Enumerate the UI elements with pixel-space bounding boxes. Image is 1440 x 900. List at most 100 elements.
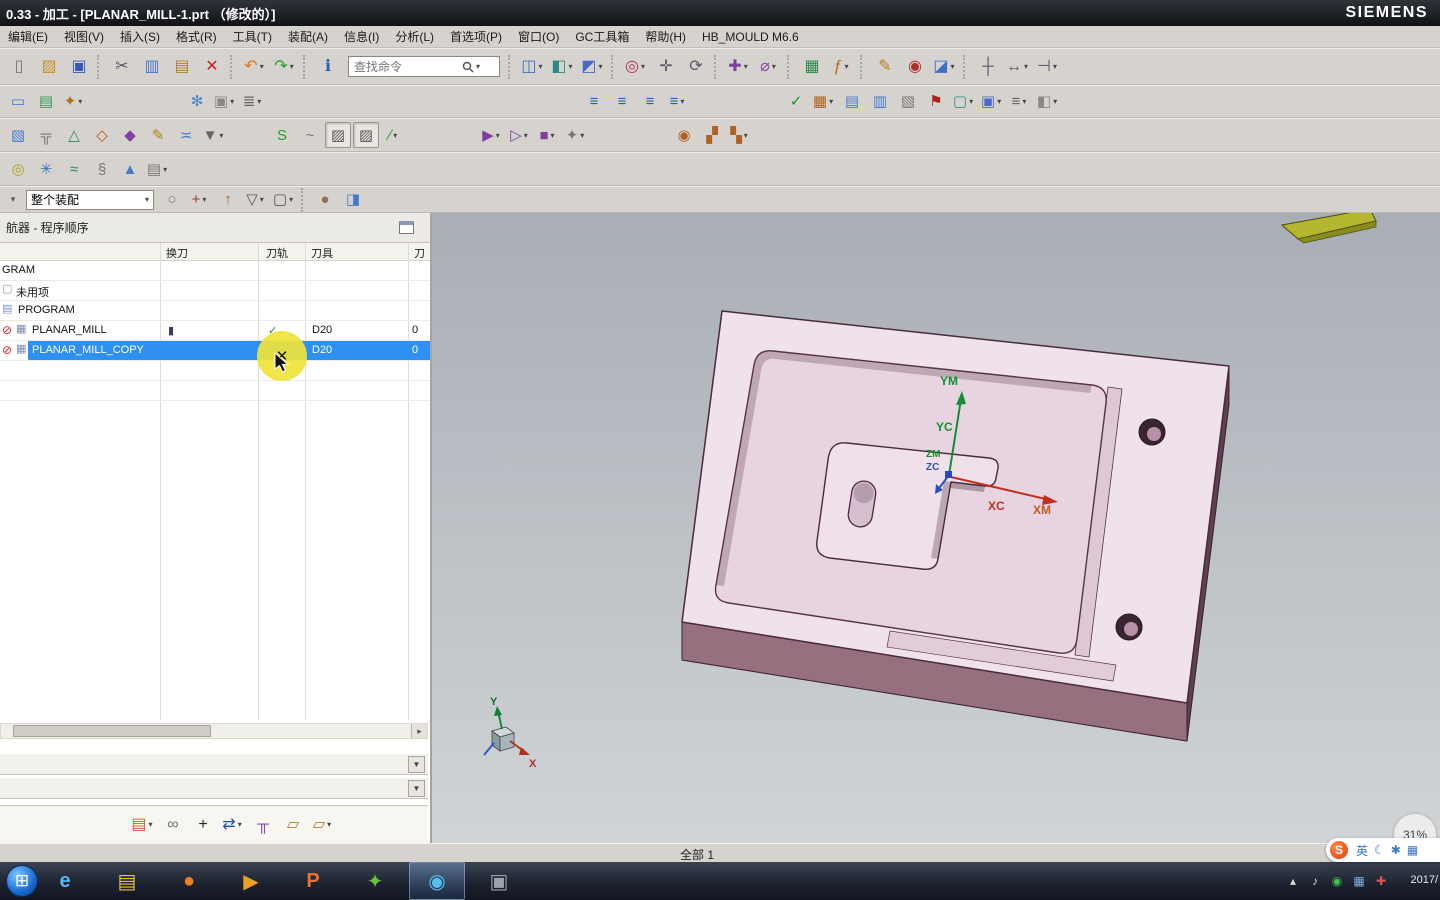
selection-type-icon[interactable]: ▾: [5, 187, 21, 213]
annotate-icon[interactable]: ✎: [871, 53, 899, 81]
taskbar-powerpoint-icon[interactable]: P: [285, 862, 341, 900]
method-view-icon[interactable]: ≡ ▾: [665, 89, 691, 115]
filter-face-icon[interactable]: ▽ ▾: [243, 187, 269, 213]
generate-toolpath-icon[interactable]: ✓: [783, 89, 809, 115]
taskbar-clock[interactable]: 2017/: [1410, 874, 1438, 886]
menu-view[interactable]: 视图(V): [56, 26, 112, 47]
layer-settings-icon[interactable]: ≣ ▾: [240, 89, 266, 115]
workpiece-display-icon[interactable]: ▱ ▾: [309, 811, 337, 839]
measure-distance-icon[interactable]: ⌀ ▾: [755, 53, 783, 81]
taskbar-player-icon[interactable]: ▶: [223, 862, 279, 900]
tray-av-icon[interactable]: ✚: [1370, 870, 1392, 892]
tray-volume-icon[interactable]: ♪: [1304, 870, 1326, 892]
curve-tool-icon[interactable]: S: [269, 122, 295, 148]
horizontal-scrollbar[interactable]: ▸: [0, 723, 428, 739]
roles-icon[interactable]: ▤: [33, 89, 59, 115]
create-tool-icon[interactable]: ╦: [33, 122, 59, 148]
show-hide-icon[interactable]: ◎ ▾: [622, 53, 650, 81]
save-icon[interactable]: ▣: [65, 53, 93, 81]
refresh-view-icon[interactable]: ✻: [184, 89, 210, 115]
menu-tools[interactable]: 工具(T): [225, 26, 280, 47]
create-geometry-icon[interactable]: △: [61, 122, 87, 148]
col-toolpath[interactable]: 刀轨: [266, 245, 288, 261]
graphics-window[interactable]: YM YC ZM ZC XC XM Y X: [432, 213, 1440, 843]
step-path-icon[interactable]: ▷ ▾: [507, 122, 533, 148]
taskbar-ie-icon[interactable]: e: [37, 862, 93, 900]
highlight-sphere-icon[interactable]: ●: [312, 187, 338, 213]
spline-tool-icon[interactable]: ~: [297, 122, 323, 148]
taskbar-explorer-icon[interactable]: ▤: [99, 862, 155, 900]
operation-notes-icon[interactable]: ▤ ▾: [145, 156, 171, 182]
tree-row-program-root[interactable]: GRAM: [0, 261, 430, 281]
rotate-view-icon[interactable]: ⟳: [682, 53, 710, 81]
expand-all-icon[interactable]: +: [189, 811, 217, 839]
boundary-hatch-icon[interactable]: ▨: [325, 122, 351, 148]
spreadsheet-icon[interactable]: ▦: [798, 53, 826, 81]
simulate-machine-icon[interactable]: ▢ ▾: [951, 89, 977, 115]
taskbar-keywiz-icon[interactable]: ✦: [347, 862, 403, 900]
list-end-icon[interactable]: ⊣ ▾: [1034, 53, 1062, 81]
menu-preferences[interactable]: 首选项(P): [442, 26, 510, 47]
create-program-icon[interactable]: ▧: [5, 122, 31, 148]
geometry-view-icon[interactable]: ≡: [637, 89, 663, 115]
object-display-icon[interactable]: ▼ ▾: [201, 122, 227, 148]
feed-rates-icon[interactable]: ≈: [61, 156, 87, 182]
col-tool[interactable]: 刀具: [311, 245, 333, 261]
point-constructor-icon[interactable]: ┼: [974, 53, 1002, 81]
dialog-rail-icon[interactable]: ▭: [5, 89, 31, 115]
fit-window-icon[interactable]: ▣ ▾: [212, 89, 238, 115]
ime-night-mode-icon[interactable]: ☾: [1374, 843, 1385, 857]
paste-icon[interactable]: ▤: [168, 53, 196, 81]
general-selection-icon[interactable]: ○: [159, 187, 185, 213]
search-icon[interactable]: [462, 61, 474, 73]
menu-gc-toolbox[interactable]: GC工具箱: [567, 26, 637, 47]
hole-top-right[interactable]: [1138, 418, 1166, 446]
shop-doc-icon[interactable]: ▧: [895, 89, 921, 115]
object-link-icon[interactable]: ∞: [159, 811, 187, 839]
scrollbar-thumb[interactable]: [13, 725, 211, 737]
postprocess-icon[interactable]: ▥: [867, 89, 893, 115]
record-macro-icon[interactable]: ◉: [901, 53, 929, 81]
menu-hb-mould[interactable]: HB_MOULD M6.6: [694, 28, 807, 46]
col-toolchange[interactable]: 换刀: [166, 245, 188, 261]
cut-levels-icon[interactable]: ≍: [173, 122, 199, 148]
dimension-icon[interactable]: ↔ ▾: [1004, 53, 1032, 81]
taskbar-firefox-icon[interactable]: ●: [161, 862, 217, 900]
tool-axis-icon[interactable]: ✳: [33, 156, 59, 182]
orient-view-icon[interactable]: ◩ ▾: [579, 53, 607, 81]
transform-icon[interactable]: ⇄ ▾: [219, 811, 247, 839]
edit-ruler-icon[interactable]: ∕ ▾: [381, 122, 407, 148]
window-layout-icon[interactable]: ◫ ▾: [519, 53, 547, 81]
tree-row-program[interactable]: ▤ PROGRAM: [0, 301, 430, 321]
tray-expand-icon[interactable]: ▴: [1282, 870, 1304, 892]
ime-lang-indicator[interactable]: 英: [1356, 842, 1368, 859]
rectangle-select-icon[interactable]: ▢ ▾: [271, 187, 297, 213]
open-icon[interactable]: ▨: [35, 53, 63, 81]
pan-view-icon[interactable]: ✛: [652, 53, 680, 81]
menu-help[interactable]: 帮助(H): [637, 26, 694, 47]
machine-tool-view-icon[interactable]: ≡: [609, 89, 635, 115]
area-hatch-icon[interactable]: ▨: [353, 122, 379, 148]
mill-axis-icon[interactable]: ◉: [671, 122, 697, 148]
undock-panel-button[interactable]: [399, 221, 414, 234]
list-toolpath-icon[interactable]: ▤: [839, 89, 865, 115]
tree-row-planar-mill[interactable]: ⊘ ▦ PLANAR_MILL ▮ ✓ D20 0: [0, 321, 430, 341]
tree-row-planar-mill-copy[interactable]: ⊘ ▦ PLANAR_MILL_COPY D20 0: [0, 341, 430, 361]
cut-icon[interactable]: ✂: [108, 53, 136, 81]
machine-nav-icon[interactable]: ◧ ▾: [1035, 89, 1061, 115]
user-prefs-icon[interactable]: ✦ ▾: [61, 89, 87, 115]
expand-details-button[interactable]: ▼: [408, 780, 425, 797]
snap-plus-icon[interactable]: + ▾: [187, 187, 213, 213]
taskbar-nx-icon[interactable]: ◉: [409, 862, 465, 900]
progress-flag-icon[interactable]: ⚑: [923, 89, 949, 115]
expand-dependencies-button[interactable]: ▼: [408, 756, 425, 773]
show-tool-icon[interactable]: ◎: [5, 156, 31, 182]
menu-analysis[interactable]: 分析(L): [387, 26, 442, 47]
find-object-icon[interactable]: ▤ ▾: [129, 811, 157, 839]
details-bar[interactable]: ▼: [0, 777, 428, 799]
menu-edit[interactable]: 编辑(E): [0, 26, 56, 47]
expression-icon[interactable]: ƒ ▾: [828, 53, 856, 81]
display-toolpath-icon[interactable]: ▣ ▾: [979, 89, 1005, 115]
create-method-icon[interactable]: ◇: [89, 122, 115, 148]
corner-control-icon[interactable]: §: [89, 156, 115, 182]
